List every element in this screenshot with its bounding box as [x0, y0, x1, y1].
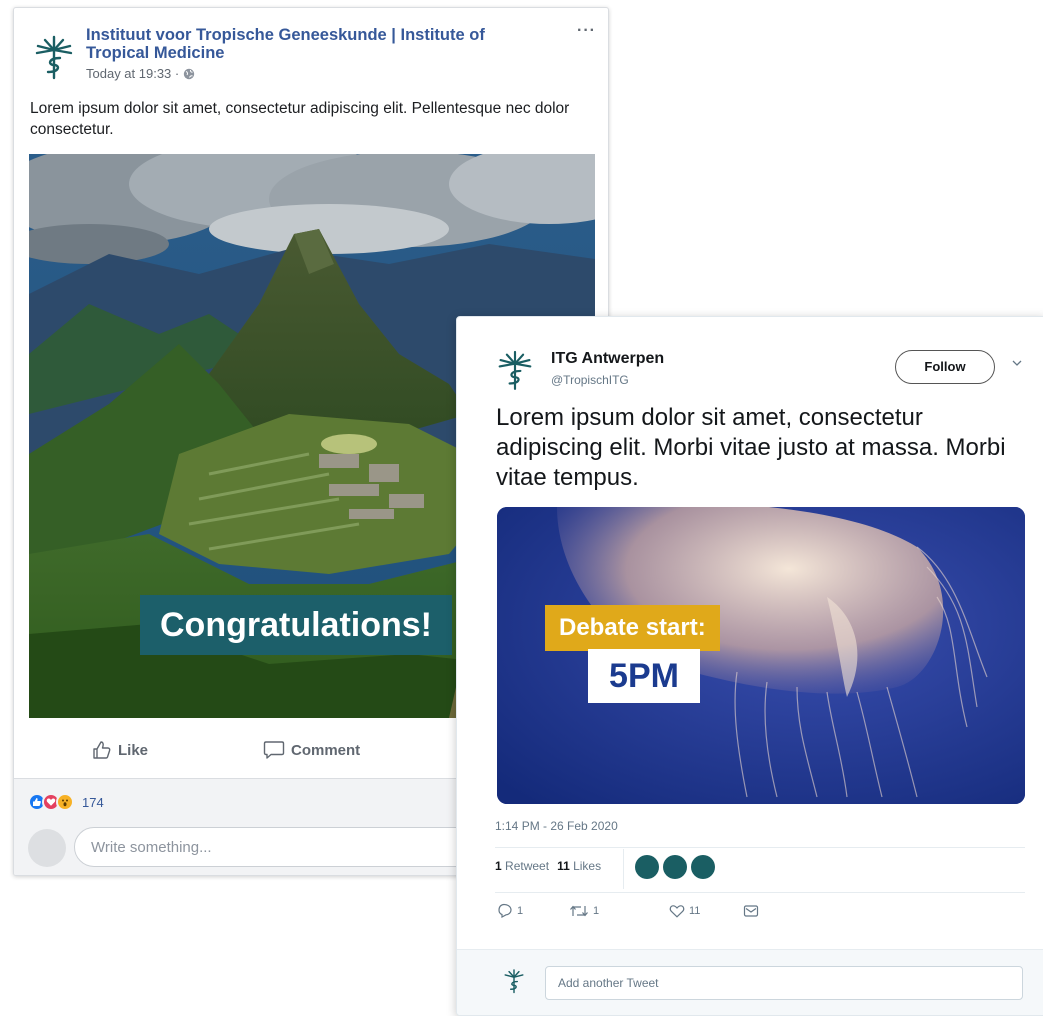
- divider: [623, 849, 624, 889]
- liker-avatar[interactable]: [663, 855, 687, 879]
- post-text: Lorem ipsum dolor sit amet, consectetur …: [30, 100, 570, 138]
- tweet-action-bar: 1 1 11: [497, 903, 759, 918]
- heart-icon: [669, 904, 685, 918]
- retweet-stat-label: Retweet: [505, 859, 550, 873]
- comment-label: Comment: [291, 741, 361, 759]
- comment-button[interactable]: Comment: [263, 740, 360, 760]
- reply-bar: Add another Tweet: [457, 949, 1043, 1015]
- debate-start-label: Debate start:: [545, 605, 720, 651]
- divider: [495, 892, 1025, 893]
- congratulations-banner: Congratulations!: [140, 595, 452, 655]
- retweet-stat-count: 1: [495, 859, 502, 873]
- account-handle[interactable]: @TropischITG: [551, 373, 629, 387]
- liker-avatars: [635, 855, 715, 879]
- globe-icon: [184, 68, 195, 79]
- reply-button[interactable]: 1: [497, 903, 547, 918]
- debate-time-label: 5PM: [588, 649, 700, 703]
- wow-reaction-icon: [56, 793, 74, 811]
- envelope-icon: [743, 904, 759, 917]
- itg-logo-icon: [504, 969, 524, 994]
- likes-stat-count: 11: [557, 859, 570, 873]
- jellyfish-image: [497, 507, 1025, 804]
- liker-avatar[interactable]: [691, 855, 715, 879]
- like-button[interactable]: Like: [92, 740, 148, 760]
- reaction-count: 174: [82, 794, 104, 810]
- thumbs-up-icon: [93, 741, 111, 759]
- account-display-name[interactable]: ITG Antwerpen: [551, 350, 664, 368]
- like-count: 11: [689, 904, 701, 917]
- tweet-text: Lorem ipsum dolor sit amet, consectetur …: [496, 404, 1006, 491]
- like-tweet-button[interactable]: 11: [669, 904, 743, 918]
- liker-avatar[interactable]: [635, 855, 659, 879]
- more-options-button[interactable]: ···: [577, 22, 596, 40]
- divider: [495, 847, 1025, 848]
- user-avatar[interactable]: [28, 829, 66, 867]
- post-timestamp[interactable]: Today at 19:33 ·: [86, 66, 179, 81]
- tweet-media[interactable]: Debate start: 5PM: [497, 507, 1025, 804]
- add-tweet-input[interactable]: Add another Tweet: [545, 966, 1023, 1000]
- retweet-count: 1: [593, 904, 600, 917]
- page-name-link[interactable]: Instituut voor Tropische Geneeskunde | I…: [86, 26, 486, 62]
- follow-button[interactable]: Follow: [895, 350, 995, 384]
- tweet-timestamp[interactable]: 1:14 PM - 26 Feb 2020: [495, 819, 618, 833]
- reply-icon: [498, 903, 512, 918]
- retweet-icon: [570, 905, 588, 916]
- comment-bubble-icon: [263, 741, 285, 759]
- itg-logo-icon[interactable]: [497, 349, 533, 391]
- retweet-stat[interactable]: 1 Retweet: [495, 859, 549, 873]
- twitter-post-card: ITG Antwerpen @TropischITG Follow Lorem …: [456, 316, 1043, 1016]
- engagement-stats: 1 Retweet 11 Likes: [495, 859, 601, 873]
- likes-stat-label: Likes: [573, 859, 602, 873]
- likes-stat[interactable]: 11 Likes: [557, 859, 601, 873]
- itg-logo-icon[interactable]: [34, 34, 74, 80]
- like-label: Like: [118, 741, 149, 759]
- direct-message-button[interactable]: [743, 904, 759, 918]
- chevron-down-icon[interactable]: [1011, 357, 1023, 369]
- retweet-button[interactable]: 1: [569, 904, 669, 918]
- reactions-summary[interactable]: 174: [28, 793, 104, 811]
- reply-count: 1: [517, 904, 524, 917]
- post-meta: Today at 19:33 ·: [86, 66, 195, 81]
